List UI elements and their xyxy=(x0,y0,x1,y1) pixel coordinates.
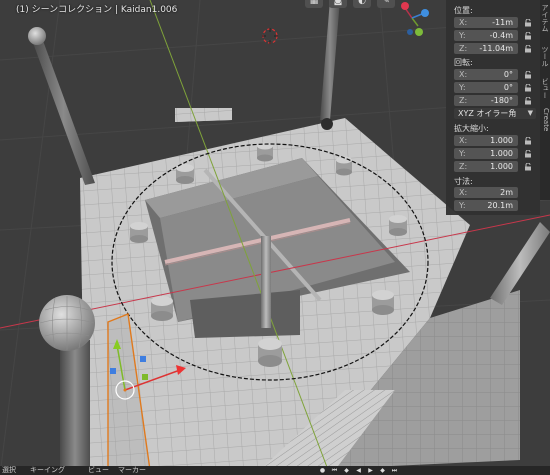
front-pillar xyxy=(39,295,95,475)
chevron-down-icon: ▼ xyxy=(527,109,533,117)
lock-icon[interactable] xyxy=(524,19,532,27)
lock-icon[interactable] xyxy=(524,163,532,171)
location-y-field[interactable]: Y: -0.4m xyxy=(454,30,518,41)
play-reverse-icon[interactable]: ◀ xyxy=(354,467,363,474)
3d-viewport[interactable]: (1) シーンコレクション | Kaidan1.006 ▦ ◙ ◐ ✎ 位置: … xyxy=(0,0,550,475)
rotation-y-field[interactable]: Y: 0° xyxy=(454,82,518,93)
rotation-mode-select[interactable]: XYZ オイラー角 ▼ xyxy=(454,108,536,119)
scale-y-field[interactable]: Y: 1.000 xyxy=(454,148,518,159)
jump-start-icon[interactable]: ⏮ xyxy=(330,467,339,474)
dimensions-x-field[interactable]: X: 2m xyxy=(454,187,518,198)
grid-tool-icon[interactable]: ▦ xyxy=(305,0,323,8)
lock-icon[interactable] xyxy=(524,137,532,145)
playback-controls: ● ⏮ ◆ ◀ ▶ ◆ ⏭ xyxy=(318,467,399,474)
back-block xyxy=(175,108,232,122)
menu-view[interactable]: ビュー xyxy=(88,465,109,475)
tab-tool[interactable]: ツール xyxy=(540,46,550,67)
tab-item[interactable]: アイテム xyxy=(540,4,550,32)
location-x-field[interactable]: X: -11m xyxy=(454,17,518,28)
next-key-icon[interactable]: ◆ xyxy=(378,467,387,474)
lock-icon[interactable] xyxy=(524,97,532,105)
location-z-field[interactable]: Z: -11.04m xyxy=(454,43,518,54)
prev-key-icon[interactable]: ◆ xyxy=(342,467,351,474)
gizmo-negz-icon[interactable] xyxy=(407,29,413,35)
scale-label: 拡大縮小: xyxy=(454,124,489,133)
menu-marker[interactable]: マーカー xyxy=(118,465,146,475)
lock-icon[interactable] xyxy=(524,32,532,40)
gizmo-x-icon[interactable] xyxy=(401,2,409,10)
tab-view[interactable]: ビュー xyxy=(540,78,550,99)
jump-end-icon[interactable]: ⏭ xyxy=(390,467,399,474)
shading-tool-icon[interactable]: ◐ xyxy=(353,0,371,8)
camera-tool-icon[interactable]: ◙ xyxy=(329,0,347,8)
rotation-z-field[interactable]: Z: -180° xyxy=(454,95,518,106)
lock-icon[interactable] xyxy=(524,84,532,92)
scale-z-field[interactable]: Z: 1.000 xyxy=(454,161,518,172)
menu-keying[interactable]: キーイング xyxy=(30,465,65,475)
timeline-header: 選択 キーイング ビュー マーカー ● ⏮ ◆ ◀ ▶ ◆ ⏭ xyxy=(0,466,550,475)
gizmo-y-icon[interactable] xyxy=(415,28,423,36)
lock-icon[interactable] xyxy=(524,71,532,79)
3d-cursor[interactable] xyxy=(262,28,278,44)
scale-x-field[interactable]: X: 1.000 xyxy=(454,135,518,146)
tab-create[interactable]: Create xyxy=(540,108,550,131)
sidebar-tab-strip: アイテム ツール ビュー Create xyxy=(540,0,550,200)
lock-icon[interactable] xyxy=(524,150,532,158)
center-pillar xyxy=(261,236,271,328)
navigation-gizmo[interactable] xyxy=(392,0,442,40)
gizmo-z-icon[interactable] xyxy=(421,9,429,17)
viewport-header-tools: ▦ ◙ ◐ ✎ xyxy=(305,0,395,8)
lock-icon[interactable] xyxy=(524,45,532,53)
menu-select[interactable]: 選択 xyxy=(2,465,16,475)
location-label: 位置: xyxy=(454,6,473,15)
viewport-info-text: (1) シーンコレクション | Kaidan1.006 xyxy=(16,5,178,15)
rotation-x-field[interactable]: X: 0° xyxy=(454,69,518,80)
rotation-label: 回転: xyxy=(454,58,473,67)
properties-sidebar: 位置: X: -11m Y: -0.4m Z: -11.04m 回転: X: 0° Y:… xyxy=(446,0,540,215)
record-icon[interactable]: ● xyxy=(318,467,327,474)
play-icon[interactable]: ▶ xyxy=(366,467,375,474)
dimensions-y-field[interactable]: Y: 20.1m xyxy=(454,200,518,211)
dimensions-label: 寸法: xyxy=(454,177,473,186)
